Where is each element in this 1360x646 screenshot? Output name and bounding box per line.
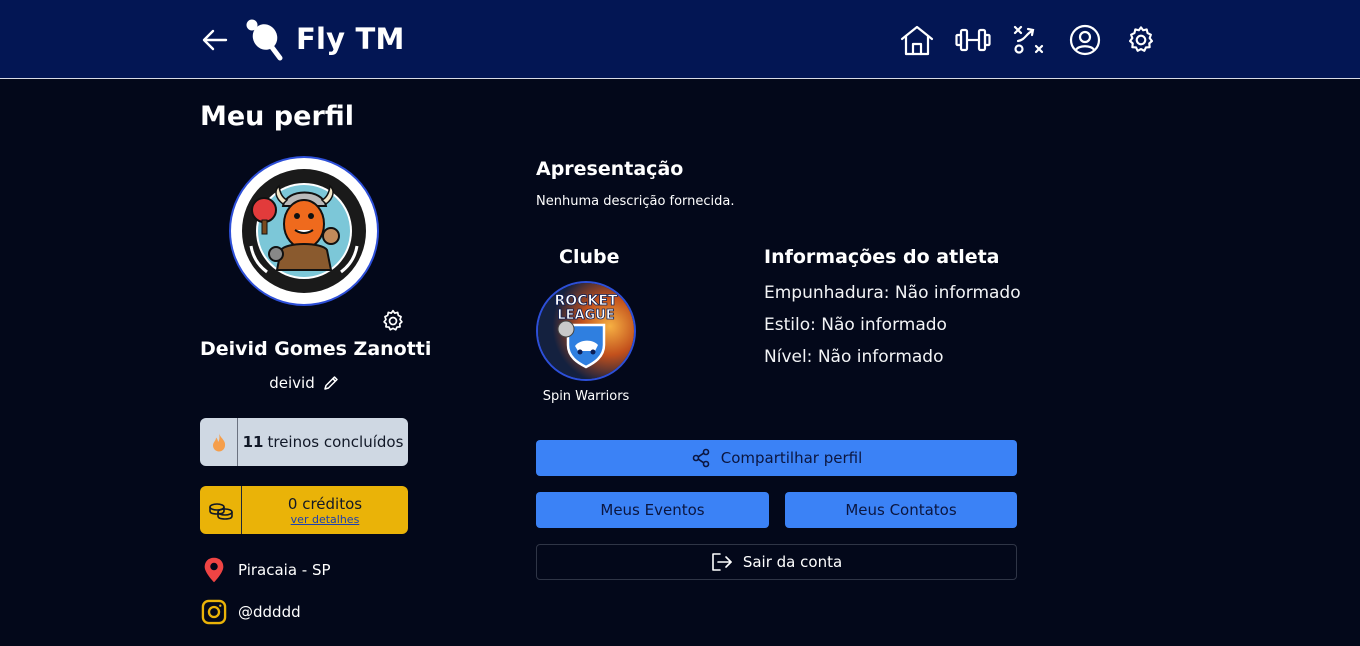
page-title: Meu perfil (200, 101, 355, 132)
my-contacts-label: Meus Contatos (845, 501, 957, 519)
athlete-style: Estilo: Não informado (764, 315, 947, 335)
club-logo[interactable]: ROCKET LEAGUE (536, 281, 636, 381)
trainings-card: 11 treinos concluídos (200, 418, 408, 466)
club-name: Spin Warriors (542, 389, 630, 404)
trainings-label: treinos concluídos (267, 433, 404, 451)
dumbbell-icon (955, 28, 991, 52)
user-circle-icon (1069, 24, 1101, 56)
share-profile-label: Compartilhar perfil (720, 449, 863, 467)
my-events-button[interactable]: Meus Eventos (536, 492, 769, 528)
nav-profile-button[interactable] (1067, 22, 1103, 58)
tactics-board-icon (1013, 25, 1044, 54)
presentation-text: Nenhuma descrição fornecida. (536, 194, 735, 209)
nav-home-button[interactable] (899, 22, 935, 58)
athlete-grip: Empunhadura: Não informado (764, 283, 1021, 303)
avatar-settings-button[interactable] (379, 307, 407, 335)
club-badge-avatar (234, 161, 374, 301)
logout-button[interactable]: Sair da conta (536, 544, 1017, 580)
trainings-summary: 11 treinos concluídos (238, 418, 408, 466)
location-text: Piracaia - SP (238, 561, 331, 579)
instagram-handle: @ddddd (238, 603, 301, 621)
top-bar: Fly TM (0, 0, 1360, 79)
nav-settings-button[interactable] (1123, 22, 1159, 58)
pencil-icon (323, 376, 338, 390)
location-pin-icon (204, 557, 224, 583)
share-profile-button[interactable]: Compartilhar perfil (536, 440, 1017, 476)
flame-icon (200, 418, 238, 466)
ping-pong-paddle-icon (244, 17, 284, 61)
club-logo-text-1: ROCKET (555, 293, 618, 309)
my-contacts-button[interactable]: Meus Contatos (785, 492, 1017, 528)
instagram-row[interactable]: @ddddd (200, 598, 301, 626)
nav-training-button[interactable] (955, 22, 991, 58)
nav-tactics-button[interactable] (1011, 22, 1047, 58)
my-events-label: Meus Eventos (600, 501, 705, 519)
avatar (229, 156, 379, 306)
logout-icon (712, 553, 732, 571)
club-title: Clube (559, 246, 620, 268)
username-row: deivid (200, 374, 408, 392)
credits-summary: 0 créditos ver detalhes (242, 486, 408, 534)
athlete-level: Nível: Não informado (764, 347, 944, 367)
location-row: Piracaia - SP (200, 556, 331, 584)
username: deivid (269, 374, 315, 392)
app-title: Fly TM (296, 22, 405, 56)
instagram-icon (201, 599, 227, 625)
home-icon (900, 25, 934, 56)
athlete-info-title: Informações do atleta (764, 246, 1000, 268)
presentation-title: Apresentação (536, 158, 684, 180)
gear-icon (383, 309, 403, 331)
logout-label: Sair da conta (742, 553, 843, 571)
edit-username-button[interactable] (323, 375, 339, 391)
back-button[interactable] (200, 26, 230, 54)
share-icon (692, 448, 710, 468)
coins-icon (200, 486, 242, 534)
credits-card: 0 créditos ver detalhes (200, 486, 408, 534)
main-nav (899, 22, 1159, 58)
credits-details-link[interactable]: ver detalhes (291, 513, 360, 526)
trainings-count: 11 (242, 433, 264, 451)
arrow-left-icon (202, 29, 228, 51)
user-full-name: Deivid Gomes Zanotti (200, 338, 432, 360)
gear-icon (1129, 26, 1153, 52)
credits-amount: 0 créditos (287, 494, 363, 513)
